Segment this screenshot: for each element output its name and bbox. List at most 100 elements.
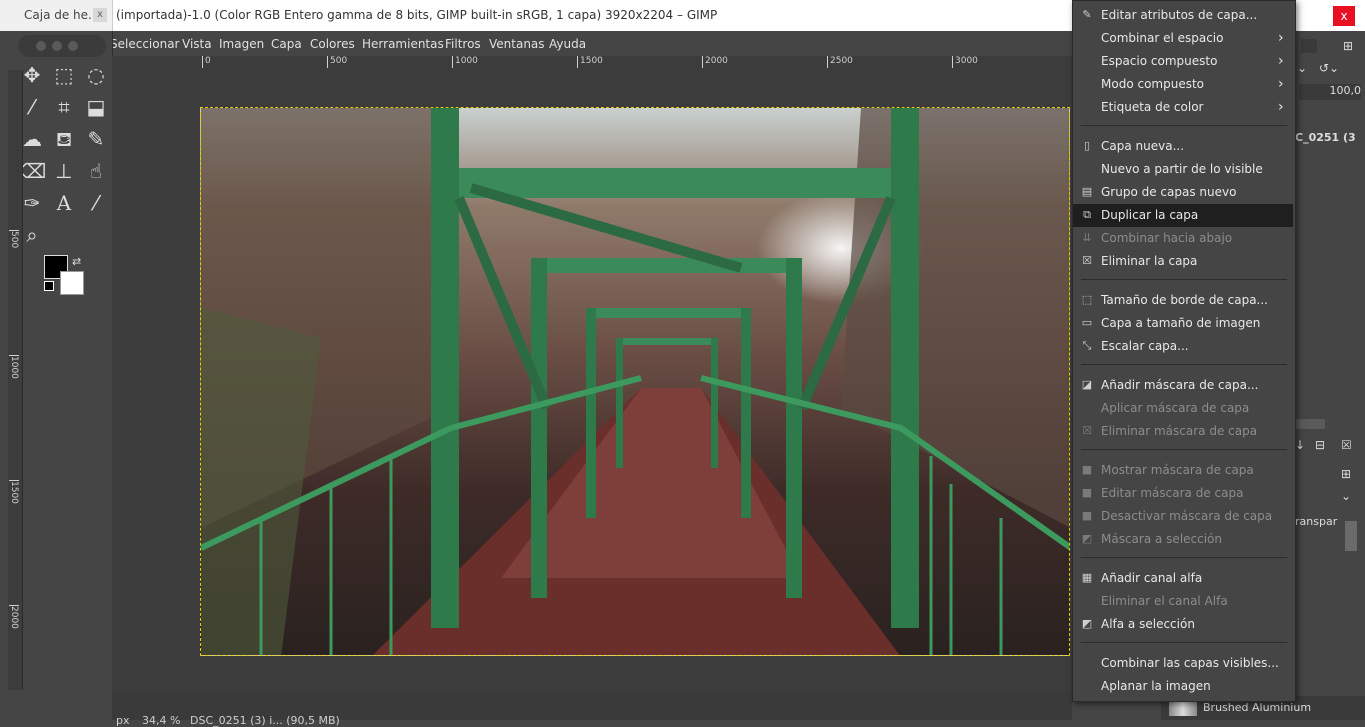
checkbox-icon: ■	[1081, 463, 1093, 476]
submenu-arrow-icon: ›	[1278, 76, 1284, 92]
ruler-tick: 500	[327, 56, 347, 68]
reset-icon[interactable]: ↺⌄	[1319, 61, 1339, 75]
dock-scrollbar[interactable]	[1295, 419, 1325, 429]
menu-seleccionar[interactable]: Seleccionar	[110, 37, 179, 51]
pattern-swatch	[1169, 700, 1197, 716]
checkbox-icon: ■	[1081, 509, 1093, 522]
zoom-selector[interactable]: 34,4 %	[142, 714, 180, 727]
menu-separator	[1081, 125, 1287, 126]
ruler-tick: 500	[9, 230, 19, 249]
transform-icon[interactable]: ⬓	[82, 93, 110, 121]
menu-imagen[interactable]: Imagen	[219, 37, 264, 51]
ruler-tick: 2000	[9, 605, 19, 629]
menu-separator	[1081, 364, 1287, 365]
menu-filtros[interactable]: Filtros	[445, 37, 481, 51]
rect-select-icon[interactable]: ⬚	[50, 61, 78, 89]
menu-item-escalar-capa[interactable]: ⤡ Escalar capa...	[1073, 335, 1293, 358]
ruler-tick: 3000	[952, 56, 978, 68]
bridge-illustration	[201, 108, 1069, 655]
menu-item-alfa-seleccion[interactable]: ◩ Alfa a selección	[1073, 613, 1293, 636]
menu-item-duplicar-capa[interactable]: ⧉ Duplicar la capa	[1073, 204, 1293, 227]
menu-separator	[1081, 557, 1287, 558]
bucket-fill-icon[interactable]: ⛾	[50, 125, 78, 153]
menu-item-aplanar-imagen[interactable]: Aplanar la imagen	[1073, 675, 1293, 698]
menu-item-editar-atributos[interactable]: ✎ Editar atributos de capa...	[1073, 4, 1293, 27]
menu-item-anadir-alfa[interactable]: ▦ Añadir canal alfa	[1073, 567, 1293, 590]
layer-group-icon: ▤	[1081, 185, 1093, 198]
menu-item-combinar-abajo[interactable]: ⇊ Combinar hacia abajo	[1073, 227, 1293, 250]
ruler-tick: 1500	[577, 56, 603, 68]
layer-boundary-icon: ⬚	[1081, 293, 1093, 306]
dock-menu-icon-2[interactable]: ⊞	[1341, 467, 1351, 481]
menu-item-etiqueta-color[interactable]: Etiqueta de color ›	[1073, 96, 1293, 119]
toolbox-close-button[interactable]: x	[93, 8, 107, 22]
layer-down-icon[interactable]: ↓	[1295, 438, 1305, 452]
mask-to-selection-icon: ◩	[1081, 532, 1093, 545]
color-picker-icon[interactable]: ⁄	[82, 189, 110, 217]
menu-item-nuevo-visible[interactable]: Nuevo a partir de lo visible	[1073, 158, 1293, 181]
menu-item-editar-mascara[interactable]: ■ Editar máscara de capa	[1073, 482, 1293, 505]
menu-item-desactivar-mascara[interactable]: ■ Desactivar máscara de capa	[1073, 505, 1293, 528]
delete-layer-icon: ☒	[1082, 254, 1092, 267]
menu-item-anadir-mascara[interactable]: ◪ Añadir máscara de capa...	[1073, 374, 1293, 397]
smudge-icon[interactable]: ☝	[82, 157, 110, 185]
delete-icon[interactable]: ☒	[1341, 438, 1352, 452]
ruler-tick: 1500	[9, 480, 19, 504]
menu-item-capa-nueva[interactable]: ▯ Capa nueva...	[1073, 135, 1293, 158]
dock-tab[interactable]	[1301, 39, 1317, 53]
merge-layer-icon[interactable]: ⊟	[1315, 438, 1325, 452]
wilber-logo	[18, 35, 106, 57]
ruler-tick: 2000	[702, 56, 728, 68]
submenu-arrow-icon: ›	[1278, 30, 1284, 46]
text-icon[interactable]: A	[50, 189, 78, 217]
reset-colors-icon[interactable]	[44, 281, 54, 291]
layer-name[interactable]: C_0251 (3	[1295, 131, 1356, 144]
menu-item-grupo-capas[interactable]: ▤ Grupo de capas nuevo	[1073, 181, 1293, 204]
swap-colors-icon[interactable]: ⇄	[72, 255, 81, 268]
dropdown-chevron-icon[interactable]: ⌄	[1341, 489, 1351, 503]
ruler-tick: 0	[202, 56, 211, 68]
menu-ventanas[interactable]: Ventanas	[489, 37, 545, 51]
menu-item-aplicar-mascara[interactable]: Aplicar máscara de capa	[1073, 397, 1293, 420]
ruler-tick: 1000	[452, 56, 478, 68]
menu-item-mascara-seleccion[interactable]: ◩ Máscara a selección	[1073, 528, 1293, 551]
menu-item-eliminar-capa[interactable]: ☒ Eliminar la capa	[1073, 250, 1293, 273]
menu-separator	[1081, 449, 1287, 450]
menu-vista[interactable]: Vista	[182, 37, 212, 51]
mode-dropdown-icon[interactable]: ⌄	[1297, 61, 1307, 75]
menu-item-eliminar-alfa[interactable]: Eliminar el canal Alfa	[1073, 590, 1293, 613]
menu-ayuda[interactable]: Ayuda	[549, 37, 586, 51]
horizontal-ruler[interactable]: 0 500 1000 1500 2000 2500 3000	[112, 56, 1072, 71]
ruler-tick: 2500	[827, 56, 853, 68]
menu-item-combinar-visibles[interactable]: Combinar las capas visibles...	[1073, 652, 1293, 675]
clone-icon[interactable]: ⊥	[50, 157, 78, 185]
menu-item-eliminar-mascara[interactable]: ☒ Eliminar máscara de capa	[1073, 420, 1293, 443]
paintbrush-icon[interactable]: ✎	[82, 125, 110, 153]
menu-item-modo-compuesto[interactable]: Modo compuesto ›	[1073, 73, 1293, 96]
new-layer-icon: ▯	[1083, 139, 1091, 152]
alpha-channel-icon: ▦	[1081, 571, 1093, 584]
menu-item-espacio-compuesto[interactable]: Espacio compuesto ›	[1073, 50, 1293, 73]
menu-item-tamano-borde[interactable]: ⬚ Tamaño de borde de capa...	[1073, 289, 1293, 312]
window-close-button[interactable]: x	[1333, 6, 1355, 26]
layer-context-menu: ✎ Editar atributos de capa... Combinar el…	[1072, 0, 1296, 702]
dock-scrollbar-2[interactable]	[1345, 521, 1357, 551]
menu-capa[interactable]: Capa	[271, 37, 302, 51]
menu-item-capa-tamano-imagen[interactable]: ▭ Capa a tamaño de imagen	[1073, 312, 1293, 335]
opacity-field[interactable]: 100,0	[1299, 84, 1361, 100]
delete-mask-icon: ☒	[1082, 424, 1092, 437]
menu-item-mostrar-mascara[interactable]: ■ Mostrar máscara de capa	[1073, 459, 1293, 482]
dock-menu-icon[interactable]: ⊞	[1343, 39, 1353, 53]
image-photo[interactable]	[200, 107, 1070, 656]
layer-to-image-icon: ▭	[1081, 316, 1093, 329]
menu-item-combinar-espacio[interactable]: Combinar el espacio ›	[1073, 27, 1293, 50]
lasso-icon[interactable]: ◌	[82, 61, 110, 89]
menu-herramientas[interactable]: Herramientas	[362, 37, 444, 51]
menu-colores[interactable]: Colores	[310, 37, 355, 51]
alpha-to-selection-icon: ◩	[1081, 617, 1093, 630]
unit-selector[interactable]: px	[116, 714, 130, 727]
background-color-swatch[interactable]	[60, 271, 84, 295]
menu-separator	[1081, 279, 1287, 280]
vertical-ruler[interactable]: 500 1000 1500 2000	[8, 70, 23, 690]
crop-icon[interactable]: ⌗	[50, 93, 78, 121]
